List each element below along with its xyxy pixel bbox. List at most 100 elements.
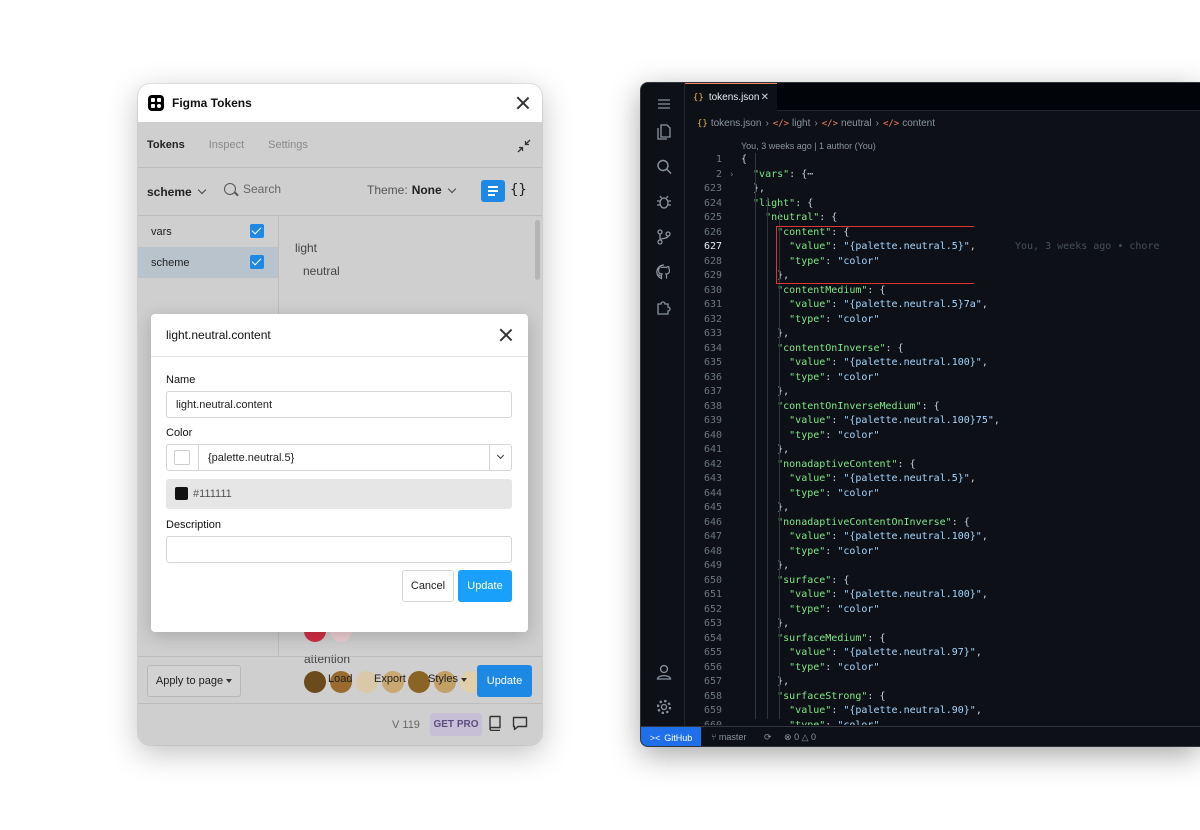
search-input[interactable]: Search xyxy=(224,182,281,196)
object-icon: </> xyxy=(882,119,900,129)
get-pro-badge[interactable]: GET PRO xyxy=(430,713,482,736)
apply-to-page-button[interactable]: Apply to page xyxy=(147,665,241,697)
code-line[interactable]: 646 "nonadaptiveContentOnInverse": { xyxy=(685,516,1200,531)
code-line[interactable]: 653}, xyxy=(685,617,1200,632)
breadcrumb-item[interactable]: neutral xyxy=(841,118,872,129)
tab-settings[interactable]: Settings xyxy=(268,139,308,151)
code-line[interactable]: 2 › "vars": {⋯ xyxy=(685,168,1200,183)
branch-indicator[interactable]: ⑂ master xyxy=(711,732,746,742)
code-line[interactable]: 625 "neutral": { xyxy=(685,211,1200,226)
code-line[interactable]: 624 "light": { xyxy=(685,197,1200,212)
fold-chevron-icon[interactable]: › xyxy=(729,168,734,183)
color-input[interactable]: {palette.neutral.5} xyxy=(166,444,512,471)
debug-bug-icon[interactable] xyxy=(655,193,673,211)
code-line[interactable]: 659 "value": "{palette.neutral.90}", xyxy=(685,704,1200,719)
code-line[interactable]: 630 "contentMedium": { xyxy=(685,284,1200,299)
menu-icon[interactable] xyxy=(655,95,673,113)
update-button[interactable]: Update xyxy=(477,665,532,697)
code-line[interactable]: 634 "contentOnInverse": { xyxy=(685,342,1200,357)
code-content: "type": "color" xyxy=(789,313,879,328)
close-tab-icon[interactable]: ✕ xyxy=(761,92,769,103)
tab-tokens-json[interactable]: {} tokens.json ✕ xyxy=(685,83,777,111)
github-icon[interactable] xyxy=(655,263,673,281)
json-key: "contentOnInverseMedium" xyxy=(777,400,922,412)
color-picker-swatch[interactable] xyxy=(167,445,199,470)
code-line[interactable]: 656 "type": "color" xyxy=(685,661,1200,676)
load-button[interactable]: Load xyxy=(328,673,352,685)
code-line[interactable]: 631 "value": "{palette.neutral.5}7a", xyxy=(685,298,1200,313)
export-button[interactable]: Export xyxy=(374,673,406,685)
code-line[interactable]: 638 "contentOnInverseMedium": { xyxy=(685,400,1200,415)
code-line[interactable]: 632 "type": "color" xyxy=(685,313,1200,328)
docs-book-icon[interactable] xyxy=(488,715,502,731)
json-punctuation: : xyxy=(831,357,844,368)
code-line[interactable]: 650 "surface": { xyxy=(685,574,1200,589)
code-line[interactable]: 633}, xyxy=(685,327,1200,342)
cancel-button[interactable]: Cancel xyxy=(402,570,454,602)
update-token-button[interactable]: Update xyxy=(458,570,512,602)
code-line[interactable]: 649}, xyxy=(685,559,1200,574)
token-set-select[interactable]: scheme xyxy=(147,185,206,199)
code-line[interactable]: 639 "value": "{palette.neutral.100}75", xyxy=(685,414,1200,429)
styles-button[interactable]: Styles xyxy=(428,673,467,685)
source-control-icon[interactable] xyxy=(655,228,673,246)
problems-indicator[interactable]: ⊗ 0 △ 0 xyxy=(784,732,816,743)
code-line[interactable]: 648 "type": "color" xyxy=(685,545,1200,560)
extensions-icon[interactable] xyxy=(655,298,673,316)
code-line[interactable]: 644 "type": "color" xyxy=(685,487,1200,502)
code-line[interactable]: 651 "value": "{palette.neutral.100}", xyxy=(685,588,1200,603)
token-set-scheme[interactable]: scheme xyxy=(138,247,278,278)
search-icon[interactable] xyxy=(655,158,673,176)
group-neutral[interactable]: neutral xyxy=(303,264,340,278)
json-key: "type" xyxy=(789,719,826,726)
tab-tokens[interactable]: Tokens xyxy=(147,139,185,151)
group-light[interactable]: light xyxy=(295,241,317,255)
collapse-icon[interactable] xyxy=(516,138,532,154)
code-line[interactable]: 623}, xyxy=(685,182,1200,197)
code-line[interactable]: 655 "value": "{palette.neutral.97}", xyxy=(685,646,1200,661)
code-line[interactable]: 652 "type": "color" xyxy=(685,603,1200,618)
line-number: 641 xyxy=(703,444,722,455)
breadcrumb-item[interactable]: tokens.json xyxy=(711,118,762,129)
account-icon[interactable] xyxy=(655,663,673,681)
code-line[interactable]: 658 "surfaceStrong": { xyxy=(685,690,1200,705)
name-input[interactable]: light.neutral.content xyxy=(166,391,512,418)
code-line[interactable]: 635 "value": "{palette.neutral.100}", xyxy=(685,356,1200,371)
tokens-scrollbar[interactable] xyxy=(535,220,540,280)
code-line[interactable]: 642 "nonadaptiveContent": { xyxy=(685,458,1200,473)
sync-icon[interactable]: ⟳ xyxy=(764,732,772,743)
token-set-checkbox[interactable] xyxy=(250,224,264,238)
token-set-checkbox[interactable] xyxy=(250,255,264,269)
code-line[interactable]: 647 "value": "{palette.neutral.100}", xyxy=(685,530,1200,545)
code-line[interactable]: 637}, xyxy=(685,385,1200,400)
settings-gear-icon[interactable] xyxy=(655,698,673,716)
explorer-files-icon[interactable] xyxy=(655,123,673,141)
codelens-blame[interactable]: You, 3 weeks ago | 1 author (You) xyxy=(741,141,876,151)
theme-select[interactable]: Theme: None xyxy=(367,183,456,197)
chevron-down-icon[interactable] xyxy=(489,445,511,470)
code-line[interactable]: 640 "type": "color" xyxy=(685,429,1200,444)
tab-inspect[interactable]: Inspect xyxy=(209,139,244,151)
json-view-button[interactable]: {} xyxy=(510,182,527,198)
token-set-vars[interactable]: vars xyxy=(138,216,278,247)
code-editor[interactable]: 1{2 › "vars": {⋯ 623}, 624 "light": {625 "neut… xyxy=(685,153,1200,725)
code-line[interactable]: 660 "type": "color" xyxy=(685,719,1200,726)
code-line[interactable]: 643 "value": "{palette.neutral.5}", xyxy=(685,472,1200,487)
code-line[interactable]: 641}, xyxy=(685,443,1200,458)
close-plugin-icon[interactable] xyxy=(514,94,532,112)
code-line[interactable]: 654 "surfaceMedium": { xyxy=(685,632,1200,647)
breadcrumb-item[interactable]: light xyxy=(792,118,810,129)
code-line[interactable]: 645}, xyxy=(685,501,1200,516)
code-line[interactable]: 636 "type": "color" xyxy=(685,371,1200,386)
code-line[interactable]: 1{ xyxy=(685,153,1200,168)
branch-icon: ⑂ xyxy=(711,732,717,742)
remote-indicator[interactable]: >< GitHub xyxy=(641,727,701,746)
breadcrumb-item[interactable]: content xyxy=(902,118,935,129)
version-bar: V 119 GET PRO xyxy=(138,704,542,745)
json-key: "contentMedium" xyxy=(777,284,868,296)
feedback-chat-icon[interactable] xyxy=(512,716,528,731)
close-modal-icon[interactable] xyxy=(498,327,514,343)
list-view-button[interactable] xyxy=(481,180,505,202)
code-line[interactable]: 657}, xyxy=(685,675,1200,690)
description-input[interactable] xyxy=(166,536,512,563)
